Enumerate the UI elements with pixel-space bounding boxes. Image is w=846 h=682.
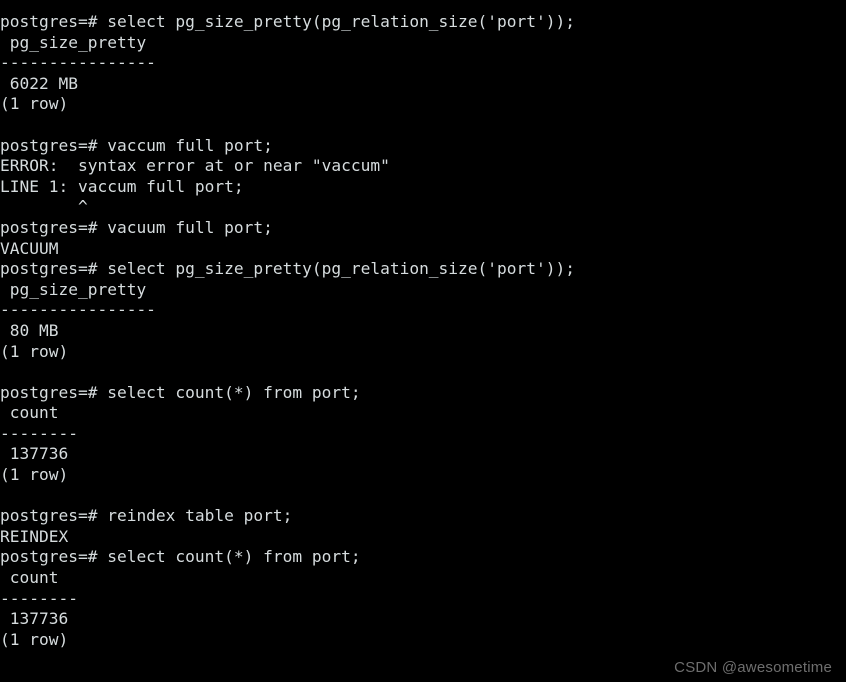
terminal-window[interactable]: postgres=# select pg_size_pretty(pg_rela… — [0, 0, 846, 682]
terminal-line: (1 row) — [0, 629, 69, 649]
terminal-line: (1 row) — [0, 465, 69, 485]
terminal-line: 137736 — [0, 609, 69, 629]
terminal-line: 80 MB — [0, 320, 59, 340]
terminal-line: postgres=# select pg_size_pretty(pg_rela… — [0, 259, 575, 279]
terminal-line: (1 row) — [0, 341, 69, 361]
terminal-line: postgres=# vaccum full port; — [0, 135, 273, 155]
terminal-line: 6022 MB — [0, 73, 78, 93]
terminal-line: postgres=# vacuum full port; — [0, 217, 273, 237]
terminal-line: (1 row) — [0, 94, 69, 114]
terminal-line: postgres=# reindex table port; — [0, 506, 293, 526]
csdn-watermark: CSDN @awesometime — [674, 659, 832, 676]
terminal-line: count — [0, 568, 59, 588]
terminal-line: postgres=# select pg_size_pretty(pg_rela… — [0, 12, 575, 31]
terminal-line: -------- — [0, 588, 78, 608]
terminal-output: postgres=# select pg_size_pretty(pg_rela… — [0, 12, 846, 650]
terminal-line: REINDEX — [0, 526, 69, 546]
terminal-line: -------- — [0, 423, 78, 443]
terminal-line: postgres=# select count(*) from port; — [0, 547, 361, 567]
terminal-line: ---------------- — [0, 300, 156, 320]
terminal-line: count — [0, 403, 59, 423]
terminal-line: VACUUM — [0, 238, 59, 258]
terminal-line: 137736 — [0, 444, 69, 464]
terminal-line: pg_size_pretty — [0, 279, 147, 299]
terminal-line: ^ — [0, 197, 88, 217]
terminal-line: LINE 1: vaccum full port; — [0, 176, 244, 196]
terminal-line: ---------------- — [0, 53, 156, 73]
terminal-line: ERROR: syntax error at or near "vaccum" — [0, 156, 390, 176]
terminal-line: pg_size_pretty — [0, 32, 147, 52]
terminal-line: postgres=# select count(*) from port; — [0, 382, 361, 402]
